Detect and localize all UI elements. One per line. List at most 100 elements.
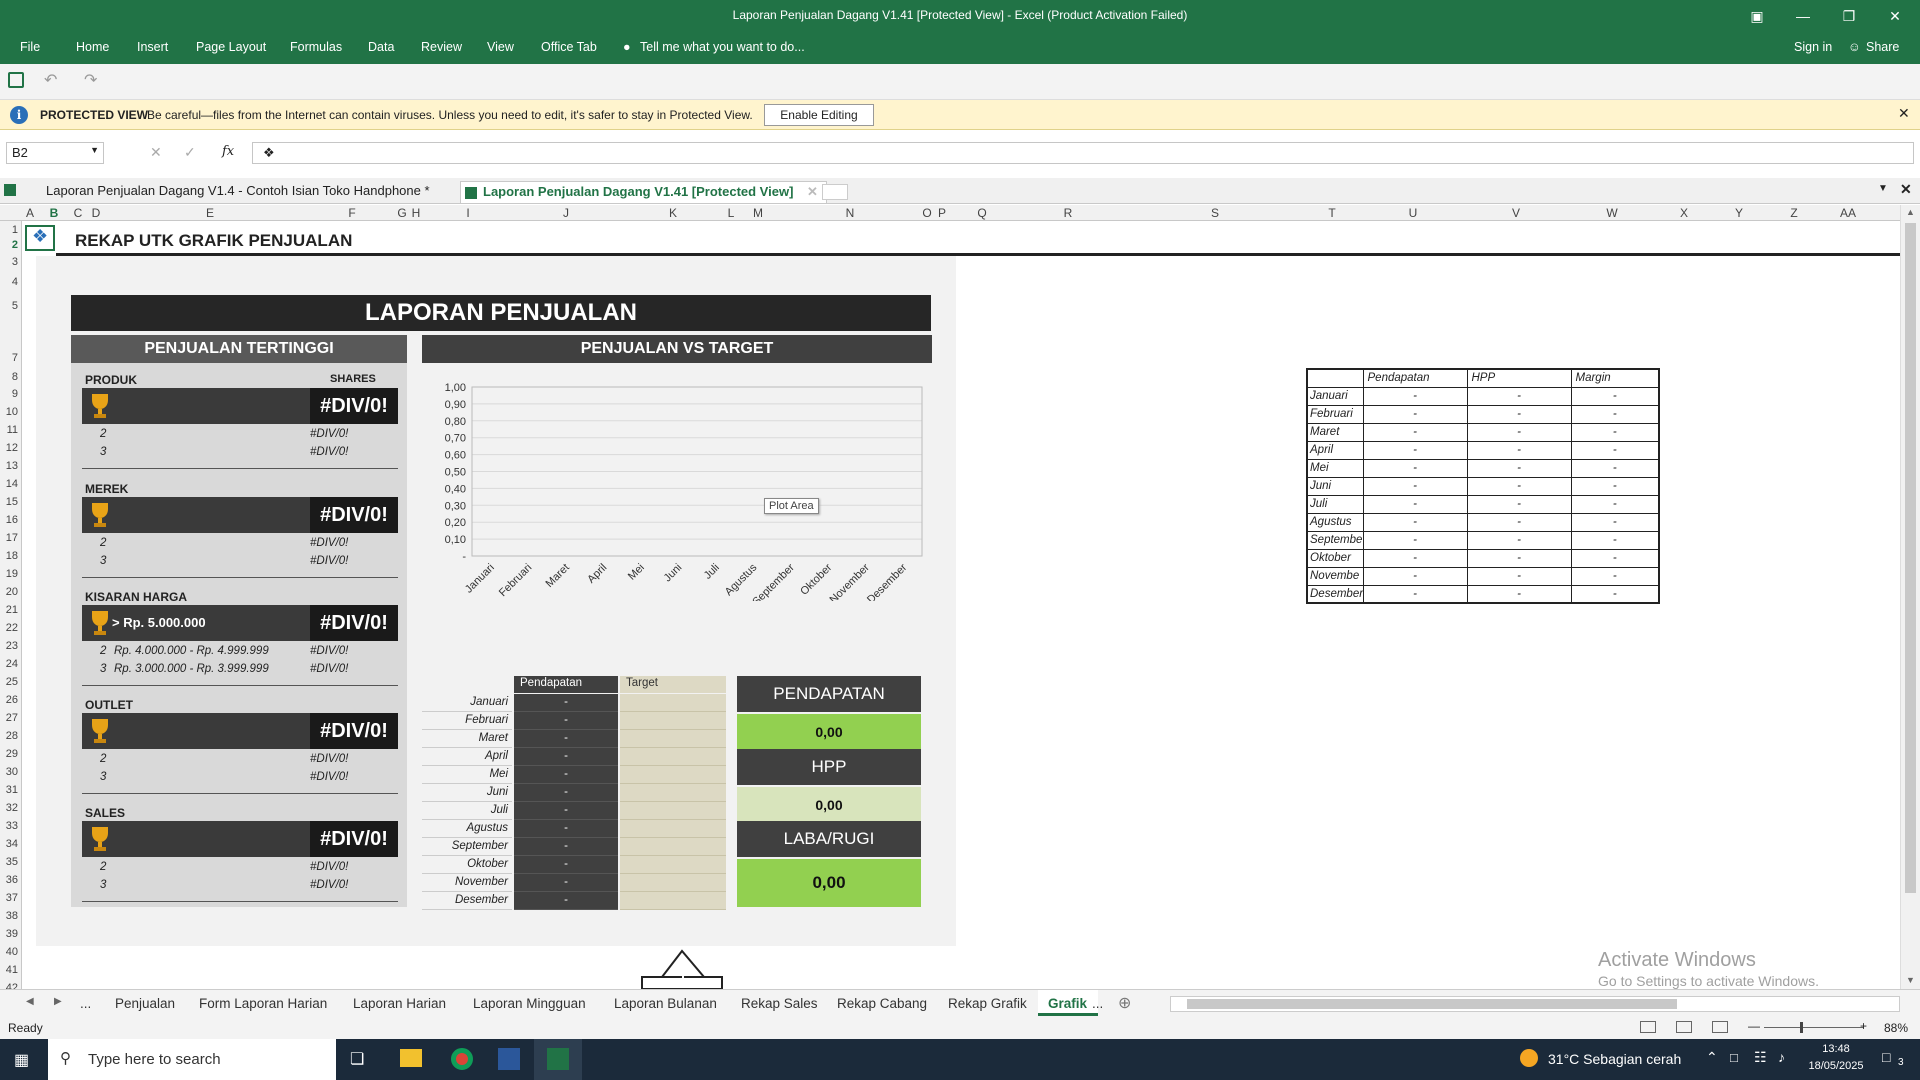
column-header[interactable]: T xyxy=(1328,206,1335,220)
scroll-down-icon[interactable]: ▼ xyxy=(1906,975,1915,985)
page-break-view-icon[interactable] xyxy=(1712,1021,1728,1033)
row-header[interactable]: 9 xyxy=(12,388,18,400)
column-header[interactable]: X xyxy=(1680,206,1688,220)
zoom-slider[interactable] xyxy=(1764,1027,1864,1028)
row-header[interactable]: 32 xyxy=(6,802,18,814)
sheet-tab-rekap-cabang[interactable]: Rekap Cabang xyxy=(837,996,927,1011)
h-scroll-thumb[interactable] xyxy=(1187,999,1677,1009)
column-header[interactable]: L xyxy=(728,206,735,220)
column-header[interactable]: U xyxy=(1409,206,1418,220)
close-button[interactable]: ✕ xyxy=(1872,0,1918,32)
tab-office-tab[interactable]: Office Tab xyxy=(541,40,597,54)
sheet-tab-more-left[interactable]: ... xyxy=(80,996,91,1011)
row-header[interactable]: 17 xyxy=(6,532,18,544)
row-header[interactable]: 11 xyxy=(7,424,18,436)
row-header[interactable]: 3 xyxy=(12,256,18,268)
worksheet-grid[interactable]: ❖ REKAP UTK GRAFIK PENJUALAN LAPORAN PEN… xyxy=(22,221,1900,989)
column-header[interactable]: P xyxy=(938,206,946,220)
zoom-in-icon[interactable]: + xyxy=(1860,1019,1867,1033)
tab-home[interactable]: Home xyxy=(76,40,109,54)
notifications-icon[interactable]: □ xyxy=(1882,1049,1890,1065)
column-header[interactable]: Z xyxy=(1790,206,1797,220)
row-header[interactable]: 40 xyxy=(6,946,18,958)
row-header[interactable]: 2 xyxy=(12,239,18,251)
column-header[interactable]: F xyxy=(348,206,355,220)
new-tab-button[interactable] xyxy=(822,184,848,200)
excel-taskbar-active[interactable] xyxy=(534,1039,582,1080)
row-header[interactable]: 19 xyxy=(6,568,18,580)
horizontal-scrollbar[interactable] xyxy=(1170,996,1900,1012)
zoom-level[interactable]: 88% xyxy=(1884,1021,1908,1035)
arrow-shape[interactable] xyxy=(632,949,732,989)
row-header[interactable]: 35 xyxy=(6,856,18,868)
enable-editing-button[interactable]: Enable Editing xyxy=(764,104,874,126)
column-header[interactable]: D xyxy=(92,206,101,220)
page-layout-view-icon[interactable] xyxy=(1676,1021,1692,1033)
tab-formulas[interactable]: Formulas xyxy=(290,40,342,54)
scroll-up-icon[interactable]: ▲ xyxy=(1906,207,1915,217)
row-header[interactable]: 20 xyxy=(6,586,18,598)
redo-icon[interactable]: ↷ xyxy=(84,70,97,90)
workbook-tab-2[interactable]: Laporan Penjualan Dagang V1.41 [Protecte… xyxy=(460,181,827,203)
row-header[interactable]: 38 xyxy=(6,910,18,922)
column-header[interactable]: G xyxy=(397,206,406,220)
row-header[interactable]: 41 xyxy=(6,964,18,976)
row-header[interactable]: 22 xyxy=(6,622,18,634)
task-view-icon[interactable]: ❏ xyxy=(350,1049,364,1069)
insert-function-icon[interactable]: fx xyxy=(222,144,234,159)
taskbar-search[interactable]: ⚲ Type here to search xyxy=(48,1039,336,1080)
add-sheet-icon[interactable]: ⊕ xyxy=(1118,993,1131,1013)
sheet-tab-form-laporan-harian[interactable]: Form Laporan Harian xyxy=(199,996,327,1011)
row-header[interactable]: 8 xyxy=(12,371,18,383)
scroll-thumb[interactable] xyxy=(1905,223,1916,893)
vertical-scrollbar[interactable]: ▲ ▼ xyxy=(1900,205,1920,989)
row-header[interactable]: 5 xyxy=(12,300,18,312)
column-header[interactable]: O xyxy=(922,206,931,220)
row-header[interactable]: 31 xyxy=(6,784,18,796)
row-header[interactable]: 16 xyxy=(6,514,18,526)
save-icon[interactable] xyxy=(8,72,24,88)
column-header[interactable]: AA xyxy=(1840,206,1856,220)
row-header[interactable]: 37 xyxy=(6,892,18,904)
sheet-tab-rekap-grafik[interactable]: Rekap Grafik xyxy=(948,996,1027,1011)
row-header[interactable]: 13 xyxy=(6,460,18,472)
column-header[interactable]: E xyxy=(206,206,214,220)
formula-input[interactable]: ❖ xyxy=(252,142,1914,164)
row-header[interactable]: 7 xyxy=(12,352,18,364)
column-header[interactable]: W xyxy=(1606,206,1617,220)
row-header[interactable]: 28 xyxy=(6,730,18,742)
row-header[interactable]: 25 xyxy=(6,676,18,688)
sales-vs-target-chart[interactable]: - 0,10 0,20 0,30 0,40 0,50 0,60 0,70 0,80 0,90 1,0… xyxy=(422,371,932,601)
file-explorer-icon[interactable] xyxy=(400,1049,422,1067)
next-sheet-icon[interactable]: ▶ xyxy=(54,996,62,1007)
sheet-tab-grafik[interactable]: Grafik xyxy=(1048,996,1087,1011)
cancel-icon[interactable]: ✕ xyxy=(150,144,162,161)
word-icon[interactable] xyxy=(498,1048,520,1070)
zoom-slider-thumb[interactable] xyxy=(1800,1022,1803,1033)
windows-start-icon[interactable]: ▦ xyxy=(14,1050,29,1070)
prev-sheet-icon[interactable]: ◀ xyxy=(26,996,34,1007)
normal-view-icon[interactable] xyxy=(1640,1021,1656,1033)
column-header[interactable]: K xyxy=(669,206,677,220)
column-header[interactable]: A xyxy=(26,206,34,220)
row-header[interactable]: 15 xyxy=(6,496,18,508)
workbook-tab-1[interactable]: Laporan Penjualan Dagang V1.4 - Contoh I… xyxy=(38,181,438,203)
column-header[interactable]: J xyxy=(563,206,569,220)
undo-icon[interactable]: ↶ xyxy=(44,70,57,90)
clock-date[interactable]: 18/05/2025 xyxy=(1800,1060,1872,1072)
row-header[interactable]: 18 xyxy=(6,550,18,562)
column-header[interactable]: Y xyxy=(1735,206,1743,220)
row-header[interactable]: 23 xyxy=(6,640,18,652)
column-header[interactable]: R xyxy=(1064,206,1073,220)
name-box[interactable]: B2 ▼ xyxy=(6,142,104,164)
column-header[interactable]: C xyxy=(74,206,83,220)
column-header[interactable]: S xyxy=(1211,206,1219,220)
column-header[interactable]: I xyxy=(466,206,469,220)
tab-page-layout[interactable]: Page Layout xyxy=(196,40,266,54)
maximize-button[interactable]: ❐ xyxy=(1826,0,1872,32)
enter-icon[interactable]: ✓ xyxy=(184,144,196,161)
row-header[interactable]: 21 xyxy=(6,604,18,616)
tab-list-icon[interactable]: ▼ xyxy=(1878,183,1888,194)
tell-me-input[interactable]: Tell me what you want to do... xyxy=(640,40,805,54)
row-header[interactable]: 39 xyxy=(6,928,18,940)
